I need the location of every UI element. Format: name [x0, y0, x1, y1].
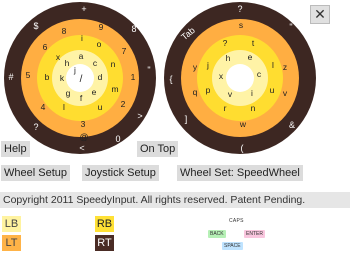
- left-outer-char: <: [79, 143, 84, 153]
- left-ring3-char: u: [98, 102, 103, 112]
- left-ring3-char: n: [111, 59, 116, 69]
- lt-indicator: LT: [2, 235, 21, 251]
- right-wheel-svg: ? " & ( ] { Tab s z v w q y t l u n r p …: [164, 2, 316, 154]
- right-ring3-char: u: [270, 85, 275, 95]
- right-character-wheel[interactable]: ? " & ( ] { Tab s z v w q y t l u n r p …: [162, 0, 318, 156]
- enter-key[interactable]: ENTER: [244, 230, 265, 238]
- rt-indicator: RT: [95, 235, 114, 251]
- left-ring4-char: a: [79, 51, 84, 61]
- left-ring3-char: o: [97, 39, 102, 49]
- right-ring4-char: e: [248, 52, 253, 62]
- right-ring3-char: r: [224, 103, 227, 113]
- left-ring2-char: 1: [131, 72, 136, 82]
- space-key[interactable]: SPACE: [222, 242, 243, 250]
- left-ring2-char: 8: [62, 26, 67, 36]
- right-ring3-char: ?: [223, 38, 228, 48]
- left-ring2-char: 5: [26, 70, 31, 80]
- copyright-text: Copyright 2011 SpeedyInput. All rights r…: [0, 192, 350, 208]
- left-outer-char: 8: [131, 24, 136, 34]
- caps-label: CAPS: [229, 218, 244, 224]
- back-key[interactable]: BACK: [208, 230, 226, 238]
- right-ring3-char: n: [251, 103, 256, 113]
- left-outer-char: $: [33, 21, 38, 31]
- left-outer-char: +: [81, 4, 86, 14]
- on-top-button[interactable]: On Top: [137, 141, 179, 157]
- wheel-setup-button[interactable]: Wheel Setup: [1, 165, 70, 181]
- right-ring2-char: w: [239, 119, 247, 129]
- right-ring3-char: p: [206, 85, 211, 95]
- left-ring2-char: 6: [43, 42, 48, 52]
- wheel-set-button[interactable]: Wheel Set: SpeedWheel: [177, 165, 303, 181]
- left-ring4-char: j: [73, 65, 76, 75]
- right-ring3-char: l: [272, 60, 274, 70]
- rb-indicator: RB: [95, 216, 114, 232]
- close-button[interactable]: ✕: [310, 5, 330, 24]
- right-outer-char: {: [169, 74, 172, 84]
- left-outer-char: 0: [115, 134, 120, 144]
- right-ring3-char: j: [206, 60, 209, 70]
- left-ring3-char: b: [45, 72, 50, 82]
- right-center: [226, 64, 254, 92]
- right-outer-char: ?: [237, 4, 242, 14]
- left-ring2-char: 3: [81, 119, 86, 129]
- left-outer-char: >: [137, 111, 142, 121]
- left-character-wheel[interactable]: + 8 " > 0 < ? # $ 9 7 1 2 3 4 5 6 8 o i …: [2, 0, 158, 156]
- left-center-glyph: /: [80, 74, 83, 85]
- left-outer-char: ?: [33, 122, 38, 132]
- right-outer-char: &: [289, 120, 295, 130]
- right-ring2-char: s: [239, 20, 243, 30]
- right-ring2-char: z: [283, 62, 287, 72]
- left-ring3-char: m: [111, 84, 118, 94]
- right-ring2-char: q: [193, 87, 198, 97]
- right-outer-char: (: [241, 143, 244, 153]
- left-ring3-char: @: [79, 132, 88, 142]
- left-ring4-char: d: [98, 72, 103, 82]
- lb-indicator: LB: [2, 216, 21, 232]
- right-ring4-char: i: [251, 88, 253, 98]
- help-button[interactable]: Help: [1, 141, 30, 157]
- right-outer-char: ": [289, 22, 292, 32]
- joystick-setup-button[interactable]: Joystick Setup: [82, 165, 159, 181]
- left-ring3-char: i: [81, 33, 83, 43]
- left-ring3-char: l: [63, 102, 65, 112]
- left-ring2-char: 2: [121, 99, 126, 109]
- left-outer-char: #: [8, 72, 13, 82]
- left-outer-char: ": [147, 65, 150, 75]
- left-ring4-char: h: [65, 58, 70, 68]
- left-ring2-char: 4: [41, 102, 46, 112]
- right-ring4-char: h: [226, 53, 231, 63]
- left-ring4-char: g: [66, 88, 71, 98]
- left-ring2-char: 9: [99, 22, 104, 32]
- left-ring4-char: e: [92, 87, 97, 97]
- left-ring2-char: 7: [122, 46, 127, 56]
- close-icon: ✕: [314, 6, 326, 22]
- left-wheel-svg: + 8 " > 0 < ? # $ 9 7 1 2 3 4 5 6 8 o i …: [4, 2, 156, 154]
- right-outer-char: ]: [185, 114, 188, 124]
